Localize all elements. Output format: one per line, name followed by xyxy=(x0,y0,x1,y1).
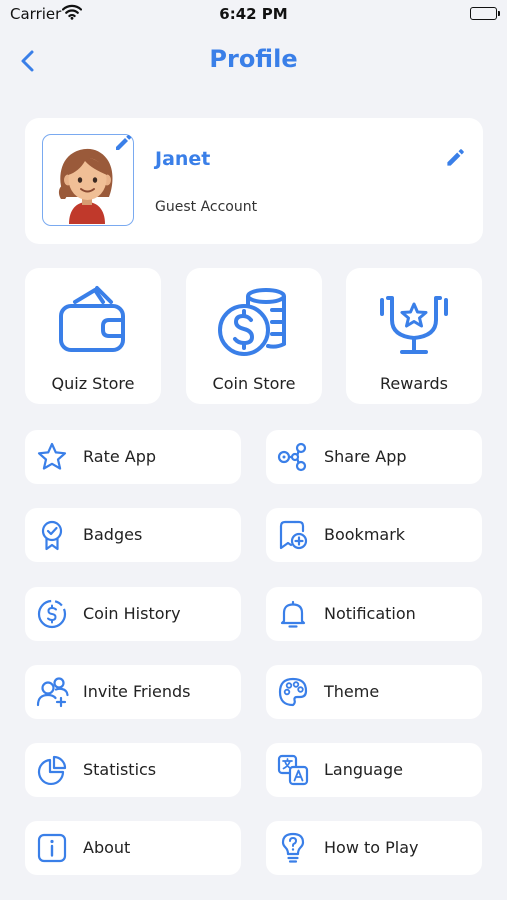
share-icon xyxy=(277,441,309,477)
help-bulb-icon xyxy=(277,832,309,868)
bell-icon xyxy=(277,598,309,634)
menu-item-share-app[interactable]: Share App xyxy=(266,430,482,484)
quiz-store-card[interactable]: Quiz Store xyxy=(25,268,161,404)
menu-label: Statistics xyxy=(83,760,157,779)
menu-item-rate-app[interactable]: Rate App xyxy=(25,430,241,484)
trophy-icon xyxy=(374,280,454,370)
nav-bar: Profile xyxy=(0,38,507,82)
menu-item-invite-friends[interactable]: Invite Friends xyxy=(25,665,241,719)
menu-item-bookmark[interactable]: Bookmark xyxy=(266,508,482,562)
menu-item-coin-history[interactable]: Coin History xyxy=(25,587,241,641)
wallet-icon xyxy=(53,280,133,370)
coins-icon xyxy=(214,280,294,370)
bookmark-icon xyxy=(277,519,309,555)
rewards-label: Rewards xyxy=(380,374,448,393)
account-type: Guest Account xyxy=(155,199,258,215)
menu-item-badges[interactable]: Badges xyxy=(25,508,241,562)
menu-label: Bookmark xyxy=(324,525,406,544)
user-name: Janet xyxy=(155,148,211,170)
menu-label: How to Play xyxy=(324,838,419,857)
quiz-store-label: Quiz Store xyxy=(51,374,135,393)
menu-label: Coin History xyxy=(83,604,181,623)
palette-icon xyxy=(277,676,309,712)
menu-item-language[interactable]: Language xyxy=(266,743,482,797)
invite-friends-icon xyxy=(36,676,70,712)
menu-label: Invite Friends xyxy=(83,682,191,701)
info-icon xyxy=(36,832,68,868)
pie-chart-icon xyxy=(36,754,68,790)
menu-item-statistics[interactable]: Statistics xyxy=(25,743,241,797)
badge-icon xyxy=(36,519,68,555)
battery-icon xyxy=(470,7,500,20)
rewards-card[interactable]: Rewards xyxy=(346,268,482,404)
page-title: Profile xyxy=(209,45,298,73)
profile-card: Janet Guest Account xyxy=(25,118,483,244)
menu-label: About xyxy=(83,838,131,857)
menu-label: Share App xyxy=(324,447,407,466)
menu-label: Theme xyxy=(324,682,380,701)
menu-label: Rate App xyxy=(83,447,157,466)
menu-item-about[interactable]: About xyxy=(25,821,241,875)
menu-item-notification[interactable]: Notification xyxy=(266,587,482,641)
clock: 6:42 PM xyxy=(219,5,288,23)
menu-label: Language xyxy=(324,760,403,779)
status-bar: Carrier 6:42 PM xyxy=(0,0,507,28)
menu-label: Notification xyxy=(324,604,416,623)
avatar-edit-icon[interactable] xyxy=(112,132,134,158)
star-icon xyxy=(36,441,68,477)
coin-history-icon xyxy=(36,598,68,634)
coin-store-card[interactable]: Coin Store xyxy=(186,268,322,404)
menu-label: Badges xyxy=(83,525,143,544)
menu-item-how-to-play[interactable]: How to Play xyxy=(266,821,482,875)
coin-store-label: Coin Store xyxy=(212,374,296,393)
menu-item-theme[interactable]: Theme xyxy=(266,665,482,719)
edit-profile-icon[interactable] xyxy=(443,146,467,174)
translate-icon xyxy=(277,754,309,790)
